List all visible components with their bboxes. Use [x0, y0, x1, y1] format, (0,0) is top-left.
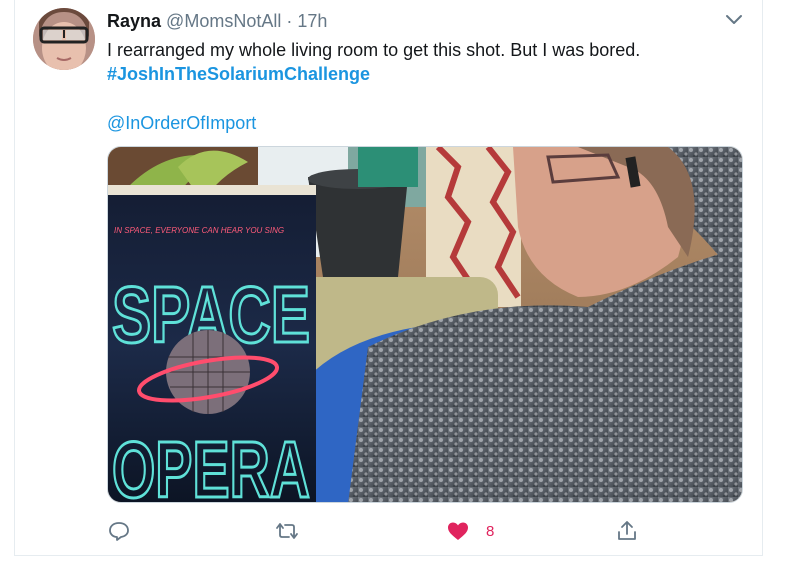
tweet-header: Rayna @MomsNotAll · 17h [107, 10, 327, 32]
reply-button[interactable] [107, 516, 131, 546]
heart-icon [446, 519, 470, 543]
share-icon [615, 519, 639, 543]
book-title-opera: OPERA [112, 425, 310, 503]
timestamp[interactable]: 17h [297, 11, 327, 31]
retweet-button[interactable] [274, 516, 300, 546]
chevron-down-icon[interactable] [722, 8, 746, 30]
tweet-text: I rearranged my whole living room to get… [107, 40, 641, 60]
user-handle[interactable]: @MomsNotAll [166, 11, 281, 31]
book-tagline: IN SPACE, EVERYONE CAN HEAR YOU SING [114, 226, 284, 235]
like-count: 8 [486, 522, 495, 540]
tweet-actions: 8 [107, 516, 667, 546]
tweet-divider [14, 555, 763, 556]
display-name[interactable]: Rayna [107, 11, 161, 31]
tweet-photo[interactable]: IN SPACE, EVERYONE CAN HEAR YOU SING SPA… [107, 146, 743, 503]
reply-icon [107, 519, 131, 543]
like-button[interactable]: 8 [446, 516, 494, 546]
timeline-border-left [14, 0, 15, 556]
hashtag-link[interactable]: #JoshInTheSolariumChallenge [107, 62, 370, 86]
timeline-border-right [762, 0, 763, 556]
avatar[interactable] [33, 8, 95, 70]
mention-link[interactable]: @InOrderOfImport [107, 111, 256, 135]
retweet-icon [274, 519, 300, 543]
share-button[interactable] [615, 516, 639, 546]
separator-dot: · [286, 11, 293, 31]
